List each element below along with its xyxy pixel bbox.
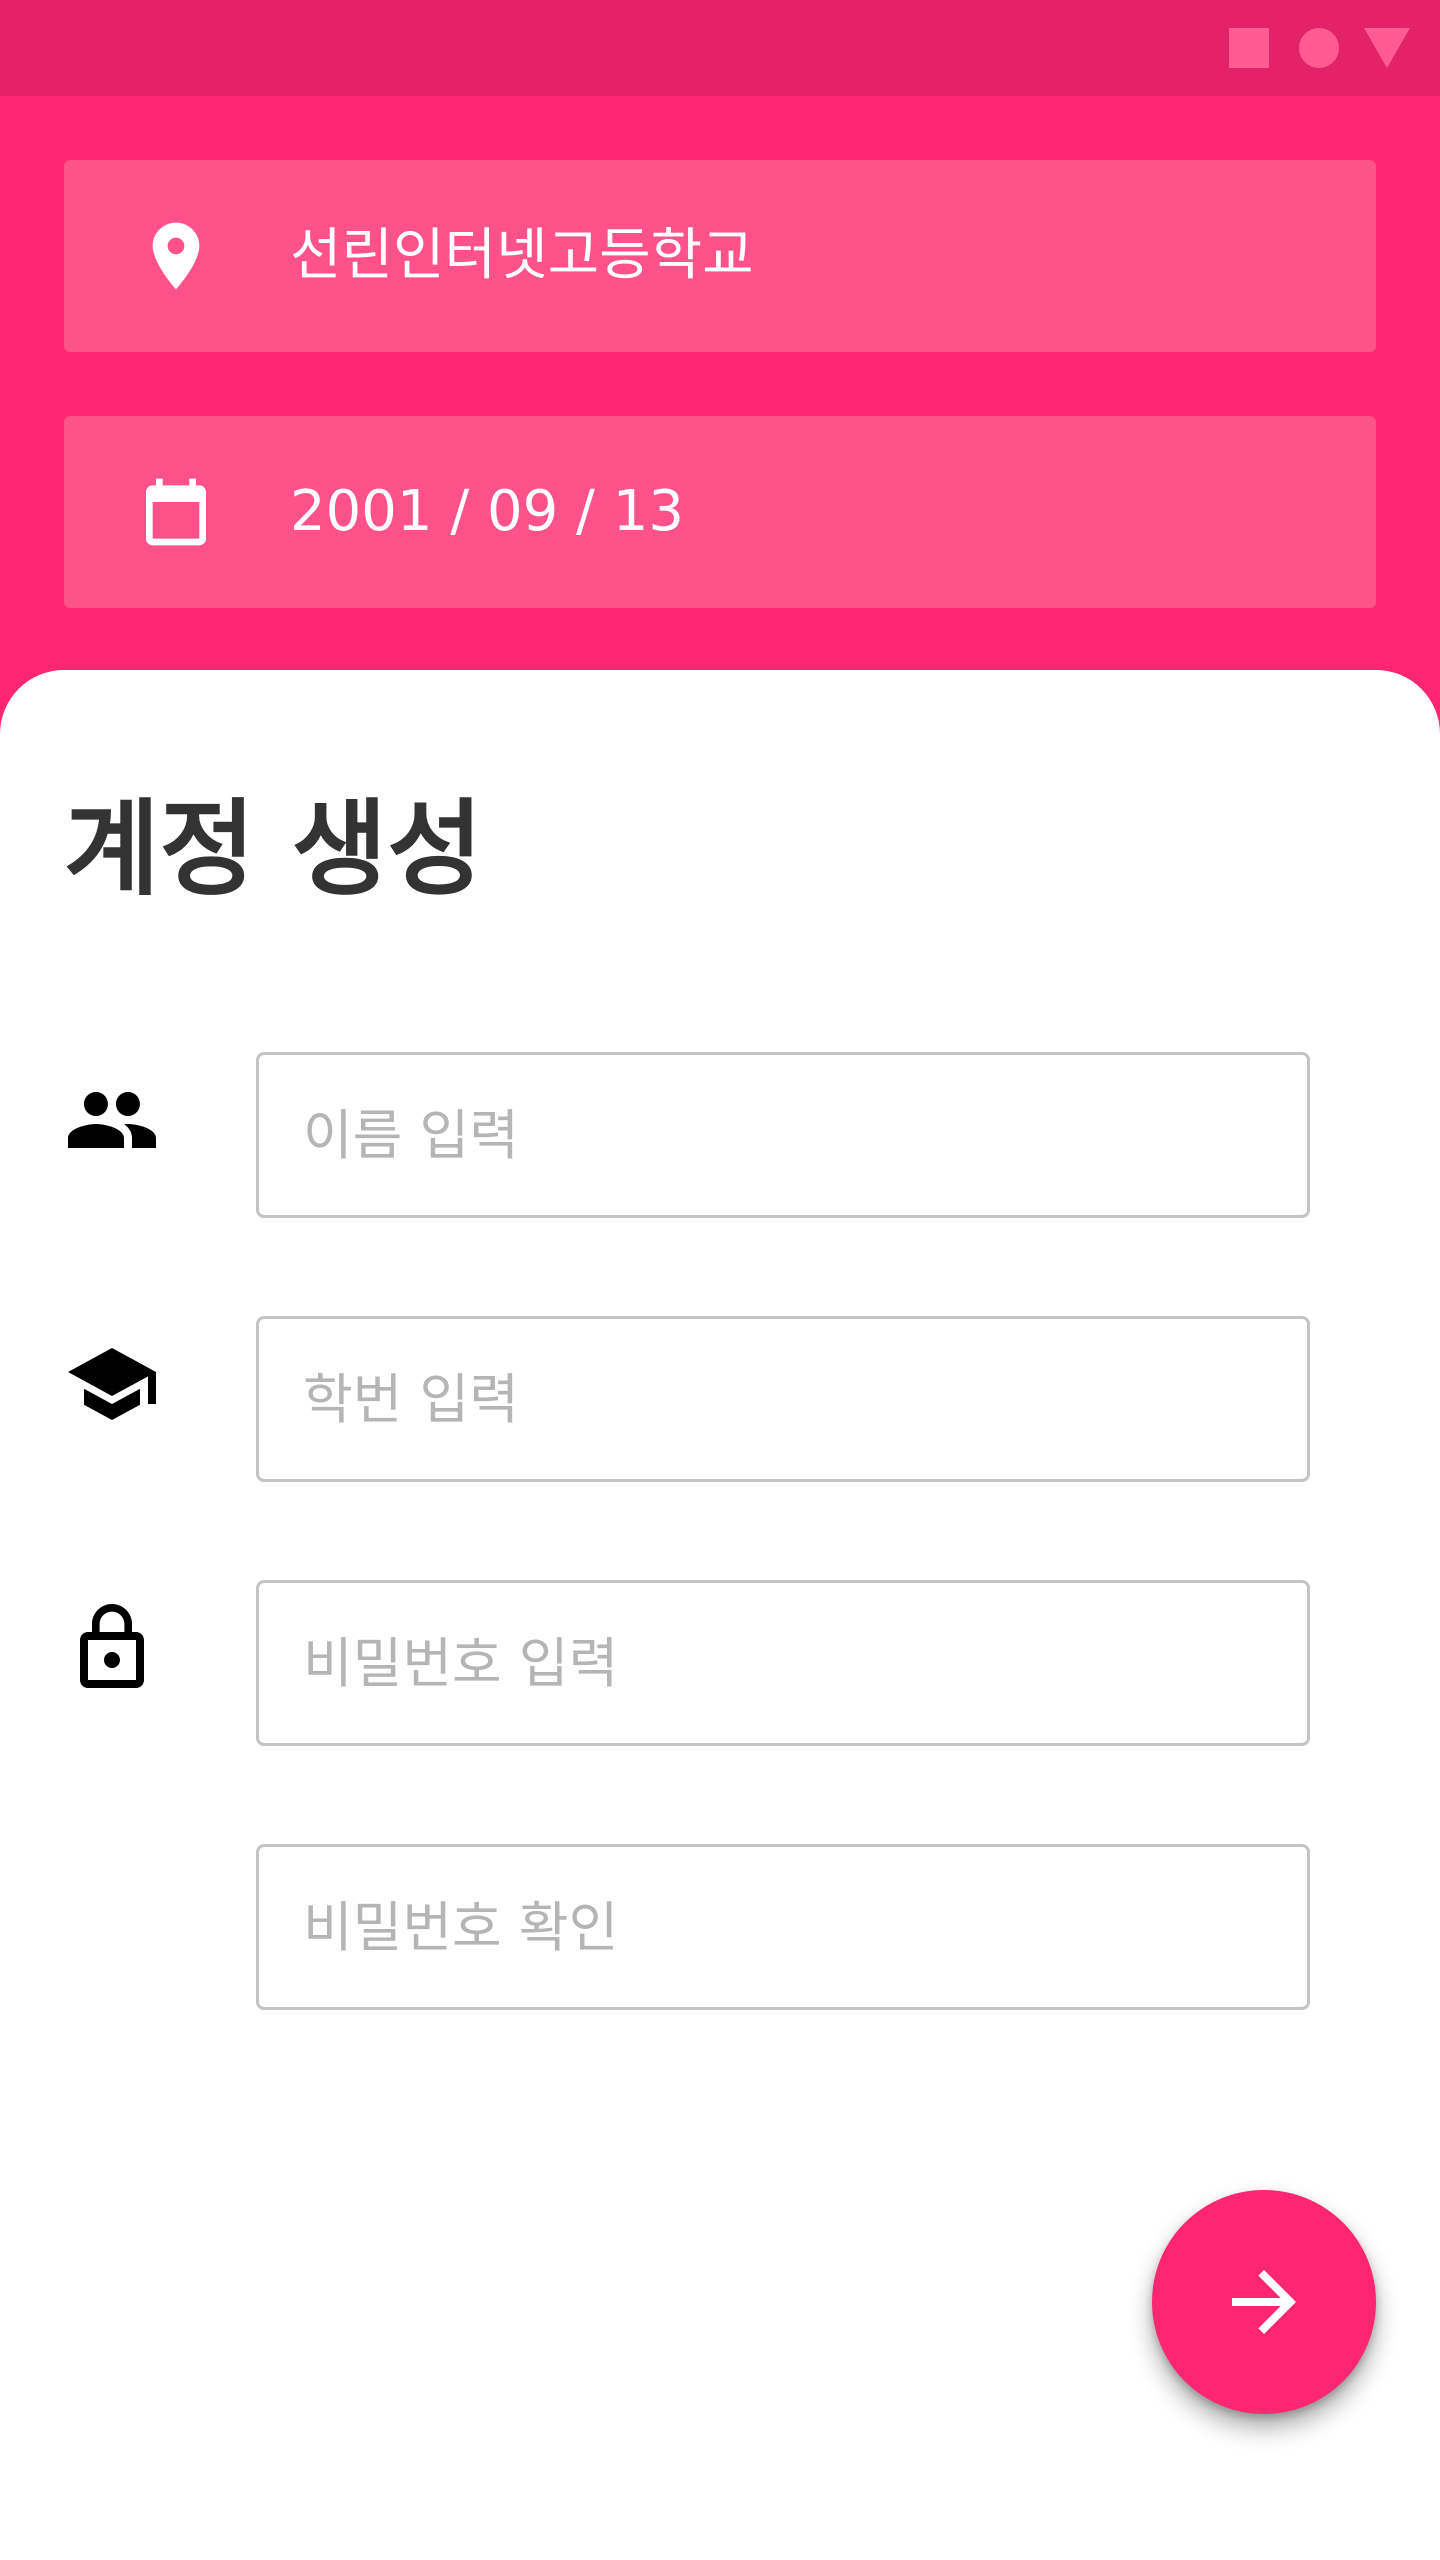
circle-icon	[1299, 28, 1339, 68]
birthdate-card[interactable]: 2001 / 09 / 13	[64, 416, 1376, 608]
password-field[interactable]	[256, 1580, 1310, 1746]
name-field[interactable]	[256, 1052, 1310, 1218]
calendar-icon	[146, 478, 206, 546]
school-card[interactable]: 선린인터넷고등학교	[64, 160, 1376, 352]
graduation-cap-icon	[68, 1348, 156, 1420]
location-pin-icon	[152, 222, 200, 290]
square-icon	[1229, 28, 1269, 68]
signup-sheet: 계정 생성	[0, 670, 1440, 2560]
lock-icon	[80, 1604, 144, 1688]
student-id-field[interactable]	[256, 1316, 1310, 1482]
people-icon	[68, 1092, 156, 1148]
page-title: 계정 생성	[64, 788, 483, 910]
status-bar	[0, 0, 1440, 96]
next-button[interactable]	[1152, 2190, 1376, 2414]
school-name: 선린인터넷고등학교	[290, 223, 754, 288]
triangle-icon	[1364, 28, 1410, 68]
password-confirm-field[interactable]	[256, 1844, 1310, 2010]
birthdate-text: 2001 / 09 / 13	[290, 479, 684, 544]
arrow-right-icon	[1232, 2270, 1296, 2334]
